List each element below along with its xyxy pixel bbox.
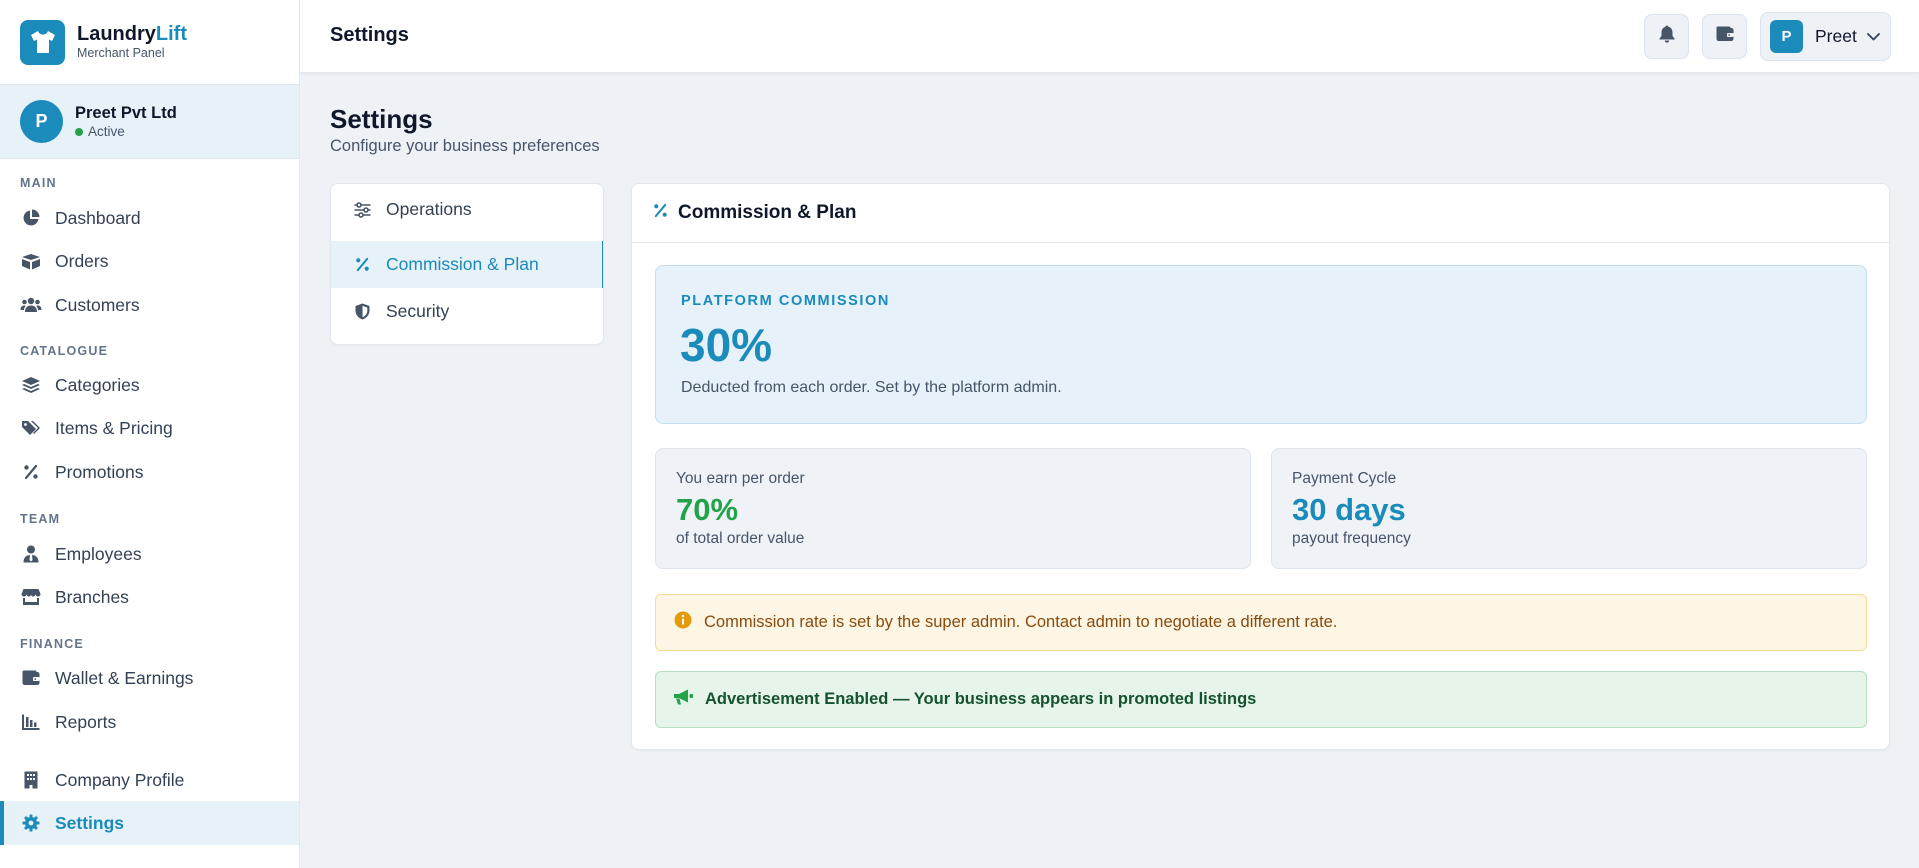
advertisement-status-alert: Advertisement Enabled — Your business ap… bbox=[655, 671, 1867, 728]
wallet-icon bbox=[1716, 26, 1734, 47]
platform-commission-card: PLATFORM COMMISSION 30% Deducted from ea… bbox=[655, 265, 1867, 424]
sliders-icon bbox=[353, 201, 371, 219]
brand[interactable]: LaundryLift Merchant Panel bbox=[0, 0, 299, 85]
sidebar-item-branches[interactable]: Branches bbox=[0, 575, 299, 619]
chart-icon bbox=[20, 711, 42, 733]
topbar-title: Settings bbox=[330, 24, 409, 46]
commission-value: 30% bbox=[680, 319, 773, 371]
company-status: Active bbox=[75, 123, 177, 141]
tags-icon bbox=[20, 417, 42, 439]
store-icon bbox=[20, 586, 42, 608]
commission-note: Deducted from each order. Set by the pla… bbox=[681, 379, 1062, 396]
bullhorn-icon bbox=[673, 688, 694, 711]
company-name: Preet Pvt Ltd bbox=[75, 103, 177, 122]
commission-panel: Commission & Plan PLATFORM COMMISSION 30… bbox=[631, 183, 1890, 750]
panel-header: Commission & Plan bbox=[632, 184, 1889, 243]
cycle-sub: payout frequency bbox=[1292, 530, 1411, 547]
wallet-button[interactable] bbox=[1702, 14, 1747, 59]
company-avatar: P bbox=[20, 100, 63, 143]
nav-section-team: TEAM bbox=[20, 512, 61, 526]
info-text: Commission rate is set by the super admi… bbox=[704, 613, 1338, 631]
payment-cycle-card: Payment Cycle 30 days payout frequency bbox=[1271, 448, 1867, 569]
building-icon bbox=[20, 769, 42, 791]
percent-icon bbox=[653, 203, 668, 223]
earn-label: You earn per order bbox=[676, 470, 805, 487]
layers-icon bbox=[20, 374, 42, 396]
info-circle-icon bbox=[674, 611, 692, 634]
advertisement-text: Advertisement Enabled — Your business ap… bbox=[705, 690, 1257, 708]
sidebar-item-categories[interactable]: Categories bbox=[0, 363, 299, 407]
sidebar-item-wallet[interactable]: Wallet & Earnings bbox=[0, 656, 299, 700]
sidebar-item-customers[interactable]: Customers bbox=[0, 283, 299, 327]
percent-icon bbox=[353, 256, 371, 274]
percent-icon bbox=[20, 461, 42, 483]
brand-subtitle: Merchant Panel bbox=[77, 46, 165, 60]
users-icon bbox=[20, 294, 42, 316]
notifications-button[interactable] bbox=[1644, 14, 1689, 59]
panel-title: Commission & Plan bbox=[678, 202, 857, 223]
topbar: Settings P Preet bbox=[300, 0, 1919, 73]
user-tie-icon bbox=[20, 543, 42, 565]
earn-value: 70% bbox=[676, 492, 739, 527]
commission-info-alert: Commission rate is set by the super admi… bbox=[655, 594, 1867, 651]
tab-commission[interactable]: Commission & Plan bbox=[331, 241, 603, 288]
company-card[interactable]: P Preet Pvt Ltd Active bbox=[0, 85, 299, 159]
user-name: Preet bbox=[1815, 26, 1857, 46]
tshirt-icon bbox=[20, 19, 65, 65]
sidebar-item-settings[interactable]: Settings bbox=[0, 801, 299, 845]
user-menu-button[interactable]: P Preet bbox=[1760, 12, 1891, 61]
page-title: Settings bbox=[330, 104, 433, 134]
sidebar-item-company-profile[interactable]: Company Profile bbox=[0, 758, 299, 802]
status-dot-icon bbox=[75, 127, 83, 136]
earn-per-order-card: You earn per order 70% of total order va… bbox=[655, 448, 1251, 569]
page-subtitle: Configure your business preferences bbox=[330, 137, 600, 155]
nav-section-main: MAIN bbox=[20, 176, 57, 190]
bell-icon bbox=[1659, 25, 1675, 48]
cycle-label: Payment Cycle bbox=[1292, 470, 1397, 487]
pie-chart-icon bbox=[20, 207, 42, 229]
sidebar-item-items-pricing[interactable]: Items & Pricing bbox=[0, 406, 299, 450]
sidebar-item-orders[interactable]: Orders bbox=[0, 239, 299, 283]
commission-label: PLATFORM COMMISSION bbox=[681, 293, 890, 309]
cycle-value: 30 days bbox=[1292, 492, 1406, 527]
sidebar-item-dashboard[interactable]: Dashboard bbox=[0, 196, 299, 240]
sidebar-item-employees[interactable]: Employees bbox=[0, 532, 299, 576]
wallet-icon bbox=[20, 667, 42, 689]
user-avatar: P bbox=[1770, 20, 1803, 53]
nav-section-catalogue: CATALOGUE bbox=[20, 344, 109, 358]
brand-name: LaundryLift bbox=[77, 23, 187, 45]
earn-sub: of total order value bbox=[676, 530, 805, 547]
chevron-down-icon bbox=[1866, 28, 1880, 46]
settings-tabs: Operations Commission & Plan Security bbox=[330, 183, 604, 345]
sidebar-item-reports[interactable]: Reports bbox=[0, 700, 299, 744]
box-icon bbox=[20, 250, 42, 272]
sidebar: LaundryLift Merchant Panel P Preet Pvt L… bbox=[0, 0, 300, 868]
gear-icon bbox=[20, 812, 42, 834]
nav-section-finance: FINANCE bbox=[20, 637, 84, 651]
tab-security[interactable]: Security bbox=[331, 288, 603, 335]
sidebar-item-promotions[interactable]: Promotions bbox=[0, 450, 299, 494]
tab-operations[interactable]: Operations bbox=[331, 186, 603, 233]
shield-icon bbox=[353, 303, 371, 321]
